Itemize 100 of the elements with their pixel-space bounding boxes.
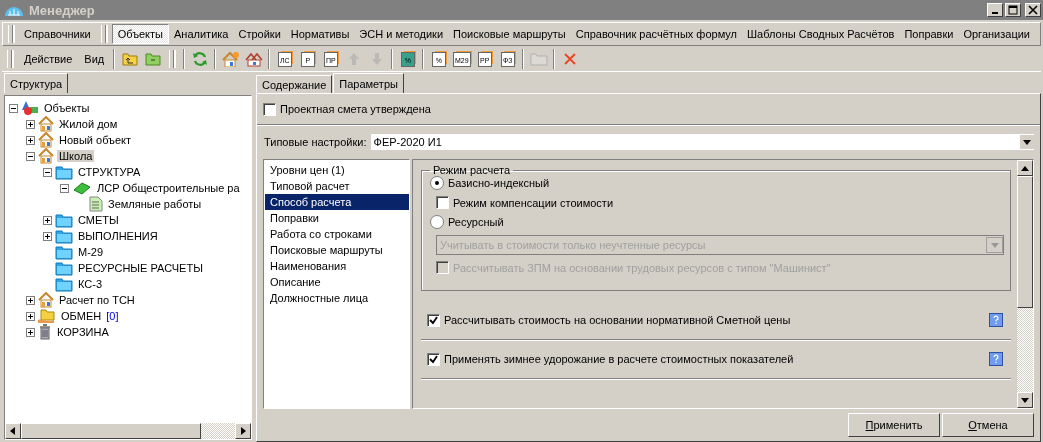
- tree-item[interactable]: ВЫПОЛНЕНИЯ: [76, 230, 160, 242]
- arrow-up-icon: [1021, 165, 1029, 171]
- checkbox[interactable]: Рассчитывать стоимость на основании нормативной Сметной цены: [427, 313, 791, 327]
- list-item[interactable]: Способ расчета: [265, 194, 409, 210]
- list-item[interactable]: Работа со строками: [265, 226, 409, 242]
- collapse-icon[interactable]: [43, 167, 52, 177]
- folder-icon: [55, 244, 73, 260]
- help-icon[interactable]: [989, 352, 1003, 366]
- list-item[interactable]: Уровни цен (1): [265, 162, 409, 178]
- menu-item[interactable]: Действие: [18, 51, 79, 67]
- maximize-button[interactable]: [1005, 3, 1021, 17]
- tree-item[interactable]: М-29: [76, 246, 106, 258]
- vertical-scrollbar[interactable]: [1017, 160, 1033, 408]
- checkbox[interactable]: Применять зимнее удорожание в расчете стоимостных показателей: [427, 352, 794, 366]
- expand-icon[interactable]: [26, 119, 35, 129]
- tree-item[interactable]: Новый объект: [57, 134, 134, 146]
- menu-item[interactable]: Справочник расчётных формул: [570, 25, 742, 43]
- list-item[interactable]: Типовой расчет: [265, 178, 409, 194]
- checkbox[interactable]: Режим компенсации стоимости: [430, 196, 1004, 209]
- expand-icon[interactable]: [43, 231, 52, 241]
- refresh-icon: [191, 51, 208, 67]
- tree-item[interactable]: Объекты: [42, 102, 92, 114]
- approved-checkbox[interactable]: Проектная смета утверждена: [263, 102, 431, 116]
- tree-item[interactable]: Земляные работы: [106, 198, 204, 210]
- toolbar-grip[interactable]: [7, 50, 12, 68]
- menu-item[interactable]: Справочники: [19, 25, 96, 43]
- expand-icon[interactable]: [26, 327, 35, 337]
- house-icon: [38, 132, 54, 148]
- arrow-right-icon: [240, 427, 246, 435]
- collapse-icon[interactable]: [60, 183, 69, 193]
- tree-item[interactable]: РЕСУРСНЫЕ РАСЧЕТЫ: [76, 262, 205, 274]
- arrow-down-icon: [1021, 397, 1029, 403]
- menu-item[interactable]: Поправки: [899, 25, 959, 43]
- radio-button[interactable]: Базисно-индексный: [430, 176, 1004, 190]
- menu-item[interactable]: Поисковые маршруты: [448, 25, 571, 43]
- house-gear-icon: [221, 51, 240, 67]
- menu-item[interactable]: Вид: [78, 51, 111, 67]
- tree-item[interactable]: СТРУКТУРА: [76, 166, 143, 178]
- tree-item[interactable]: ЛСР Общестроительные ра: [95, 182, 242, 194]
- close-button[interactable]: [1025, 3, 1041, 17]
- tree-item[interactable]: Жилой дом: [57, 118, 120, 130]
- count-label: [0]: [106, 310, 119, 322]
- menu-item[interactable]: ЭСН и методики: [354, 25, 449, 43]
- collapse-icon[interactable]: [9, 103, 18, 113]
- typical-settings-dropdown[interactable]: ФЕР-2020 И1: [370, 134, 1034, 150]
- house-icon: [38, 116, 54, 132]
- tree-item[interactable]: Расчет по ТСН: [57, 294, 137, 306]
- tree-item[interactable]: СМЕТЫ: [76, 214, 121, 226]
- folder-icon: [55, 164, 73, 180]
- menu-item[interactable]: Стройки: [233, 25, 286, 43]
- minimize-button[interactable]: [987, 3, 1003, 17]
- expand-icon[interactable]: [26, 311, 35, 321]
- expand-icon[interactable]: [26, 135, 35, 145]
- menu-item[interactable]: Аналитика: [169, 25, 234, 43]
- help-icon[interactable]: [989, 313, 1003, 327]
- folder-icon: [529, 52, 548, 66]
- tree-item[interactable]: КС-3: [76, 278, 104, 290]
- tab[interactable]: Параметры: [333, 73, 404, 93]
- menu-item[interactable]: Нормативы: [285, 25, 355, 43]
- tab[interactable]: Содержание: [256, 75, 333, 93]
- horizontal-scrollbar[interactable]: [5, 423, 251, 439]
- folder-icon: [55, 212, 73, 228]
- folder-minus-icon: [144, 52, 161, 66]
- radio-button[interactable]: Ресурсный: [430, 215, 1004, 229]
- collapse-icon[interactable]: [26, 151, 35, 161]
- arrow-up-icon: [347, 52, 360, 66]
- menu-item[interactable]: Объекты: [111, 24, 169, 44]
- list-item[interactable]: Наименования: [265, 258, 409, 274]
- tree-item[interactable]: КОРЗИНА: [55, 326, 111, 338]
- trash-bin-icon: [38, 324, 52, 340]
- window-title: Менеджер: [29, 2, 95, 18]
- dialog-button[interactable]: Отмена: [942, 413, 1034, 437]
- list-item[interactable]: Поправки: [265, 210, 409, 226]
- minimize-icon: [992, 12, 998, 14]
- shapes-icon: [21, 100, 39, 116]
- toolbar-grip[interactable]: [169, 50, 175, 68]
- tab[interactable]: Структура: [4, 73, 69, 93]
- house-icon: [38, 148, 54, 164]
- document-icon: [89, 196, 103, 212]
- menu-item[interactable]: Шаблоны Сводных Расчётов: [742, 25, 900, 43]
- toolbar-grip[interactable]: [100, 25, 106, 43]
- folder-up-icon: [121, 52, 138, 66]
- folder-icon: [55, 276, 73, 292]
- menu-item[interactable]: Организации: [958, 25, 1035, 43]
- toolbar-grip[interactable]: [8, 25, 13, 43]
- expand-icon[interactable]: [43, 215, 52, 225]
- maximize-icon: [1008, 5, 1018, 15]
- field-label: Типовые настройки:: [264, 136, 367, 148]
- list-item[interactable]: Должностные лица: [265, 290, 409, 306]
- list-item[interactable]: Поисковые маршруты: [265, 242, 409, 258]
- dialog-button[interactable]: Применить: [848, 413, 940, 437]
- list-item[interactable]: Описание: [265, 274, 409, 290]
- arrow-left-icon: [10, 427, 16, 435]
- tree-item[interactable]: Школа: [57, 150, 95, 162]
- arrow-down-icon: [370, 52, 383, 66]
- expand-icon[interactable]: [26, 295, 35, 305]
- houses-icon: [244, 51, 263, 67]
- tree-item[interactable]: ОБМЕН: [59, 310, 104, 322]
- group-title: Режим расчета: [432, 164, 512, 176]
- caret-icon: [1023, 139, 1031, 145]
